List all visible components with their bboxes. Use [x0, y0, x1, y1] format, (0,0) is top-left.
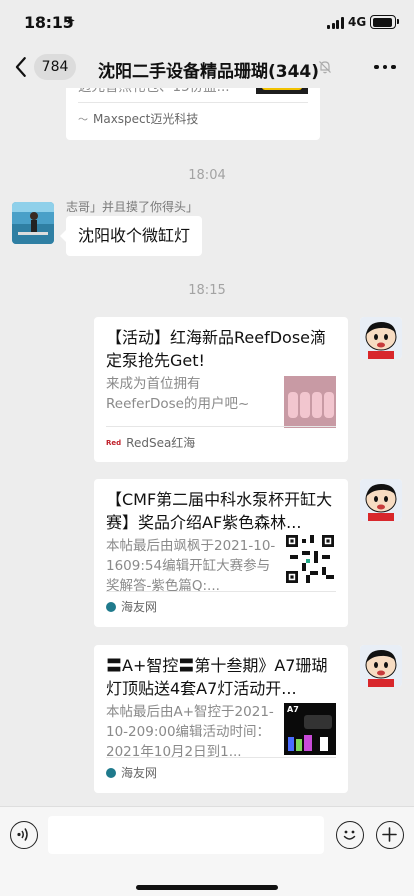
voice-icon	[17, 828, 28, 841]
timestamp: 18:04	[188, 168, 226, 183]
smiley-icon	[343, 830, 356, 840]
plus-icon	[382, 827, 397, 842]
chevron-left-icon	[15, 57, 26, 77]
link-card-maxspect[interactable]: 迈光普照礼包、15份盖... 〜 Maxspect迈光科技	[66, 88, 320, 140]
thumbnail-label: A7	[287, 705, 299, 714]
status-bar: 18:15 ➤ 4G	[0, 0, 414, 46]
muted-bell-icon	[319, 61, 331, 74]
input-bar	[0, 806, 414, 896]
card-description: 迈光普照礼包、15份盖...	[78, 88, 248, 97]
link-card-aplus[interactable]: 〓A+智控〓第十叁期》A7珊瑚灯顶贴送4套A7灯活动开... 本帖最后由A+智控…	[94, 645, 348, 793]
haiyou-logo-icon	[106, 601, 116, 612]
card-source: 海友网	[106, 598, 157, 615]
location-arrow-icon: ➤	[66, 14, 76, 27]
more-functions-button[interactable]	[376, 821, 404, 849]
network-type: 4G	[348, 15, 367, 29]
my-avatar[interactable]	[360, 645, 402, 687]
card-thumbnail: A7	[284, 703, 336, 755]
emoji-button[interactable]	[336, 821, 364, 849]
battery-icon	[370, 15, 399, 29]
message-list[interactable]: 迈光普照礼包、15份盖... 〜 Maxspect迈光科技 18:04 志哥」并…	[0, 88, 414, 806]
avatar[interactable]	[12, 202, 54, 244]
card-title: 〓A+智控〓第十叁期》A7珊瑚灯顶贴送4套A7灯活动开...	[106, 656, 328, 698]
voice-input-button[interactable]	[10, 821, 38, 849]
card-source: Red RedSea红海	[106, 434, 195, 451]
card-source-name: RedSea红海	[126, 436, 196, 450]
card-source-name: 海友网	[121, 766, 158, 780]
more-options-button[interactable]	[374, 61, 396, 73]
link-card-cmf[interactable]: 【CMF第二届中科水泵杯开缸大赛】奖品介绍AF紫色森林... 本帖最后由飒枫于2…	[94, 479, 348, 627]
timestamp: 18:15	[188, 283, 226, 298]
card-source-name: Maxspect迈光科技	[93, 112, 199, 126]
cellular-signal-icon	[327, 17, 345, 29]
chat-title: 沈阳二手设备精品珊瑚(344)	[98, 62, 320, 82]
card-title: 【活动】红海新品ReefDose滴定泵抢先Get!	[106, 328, 327, 370]
unread-count-badge: 784	[33, 54, 76, 80]
card-thumbnail	[284, 376, 336, 428]
link-card-redsea[interactable]: 【活动】红海新品ReefDose滴定泵抢先Get! 来成为首位拥有ReeferD…	[94, 317, 348, 462]
chat-header: 784 沈阳二手设备精品珊瑚(344)	[0, 46, 414, 88]
my-avatar[interactable]	[360, 479, 402, 521]
sender-name: 志哥」并且摸了你得头」	[66, 200, 199, 214]
card-description: 本帖最后由飒枫于2021-10-1609:54编辑开缸大赛参与奖解答-紫色篇Q:…	[106, 538, 276, 594]
home-indicator	[136, 885, 278, 890]
message-bubble[interactable]: 沈阳收个微缸灯	[59, 216, 203, 256]
link-icon: 〜	[78, 115, 88, 126]
card-source: 海友网	[106, 764, 157, 781]
card-title: 【CMF第二届中科水泵杯开缸大赛】奖品介绍AF紫色森林...	[106, 490, 333, 532]
haiyou-logo-icon	[106, 767, 116, 778]
card-description: 来成为首位拥有ReeferDose的用户吧~	[106, 376, 250, 412]
card-source-name: 海友网	[121, 600, 158, 614]
message-input[interactable]	[48, 816, 324, 854]
card-thumbnail	[256, 88, 308, 94]
card-description: 本帖最后由A+智控于2021-10-209:00编辑活动时间：2021年10月2…	[106, 704, 274, 760]
back-button[interactable]: 784	[10, 53, 76, 81]
qr-code-thumbnail	[286, 535, 334, 583]
card-source: 〜 Maxspect迈光科技	[78, 110, 198, 127]
redsea-logo-icon: Red	[106, 438, 122, 447]
my-avatar[interactable]	[360, 317, 402, 359]
